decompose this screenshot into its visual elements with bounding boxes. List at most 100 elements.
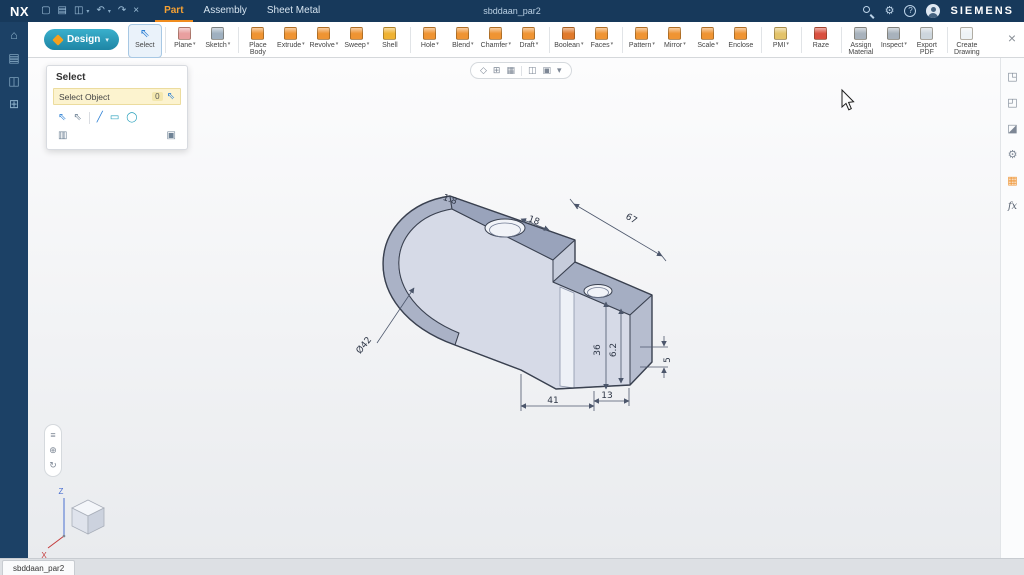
- tool-chamfer-caret-icon[interactable]: ▾: [509, 42, 512, 47]
- tool-hole[interactable]: Hole▾: [414, 25, 446, 57]
- select-object-row[interactable]: Select Object 0 ⇖: [53, 88, 181, 105]
- render-style-icon[interactable]: ◰: [1007, 98, 1017, 109]
- redo-icon[interactable]: ↷: [118, 6, 126, 16]
- more-views-icon[interactable]: ▾: [557, 66, 562, 75]
- model-top-hole[interactable]: [485, 219, 525, 237]
- tool-draft[interactable]: Draft▾: [513, 25, 545, 57]
- dimension-label[interactable]: 36: [593, 344, 603, 356]
- tool-inspect[interactable]: Inspect▾: [878, 25, 910, 57]
- tool-extrude[interactable]: Extrude▾: [275, 25, 307, 57]
- user-avatar[interactable]: [926, 4, 940, 18]
- nx-application-window: NX ▢▤◫▾↶▾↷× PartAssemblySheet Metal sbdd…: [0, 0, 1024, 575]
- undo-icon[interactable]: ↶: [96, 6, 104, 16]
- cursor-add-icon[interactable]: ⇖: [73, 113, 81, 123]
- tool-enclose[interactable]: Enclose: [725, 25, 757, 57]
- tool-faces-caret-icon[interactable]: ▾: [611, 42, 614, 47]
- show-hide-icon[interactable]: ▣: [543, 66, 552, 75]
- home-icon[interactable]: ⌂: [10, 29, 17, 41]
- save-caret-icon[interactable]: ▾: [86, 8, 89, 15]
- tool-revolve[interactable]: Revolve▾: [308, 25, 340, 57]
- expressions-icon[interactable]: fx: [1008, 202, 1017, 212]
- tool-pattern[interactable]: Pattern▾: [626, 25, 658, 57]
- tool-scale-caret-icon[interactable]: ▾: [716, 42, 719, 47]
- model-slot-face[interactable]: [560, 287, 574, 388]
- tool-faces[interactable]: Faces▾: [586, 25, 618, 57]
- fit-view-icon[interactable]: ◇: [480, 66, 487, 75]
- dimension-label[interactable]: Ø42: [354, 335, 374, 356]
- tool-inspect-caret-icon[interactable]: ▾: [904, 42, 907, 47]
- wireframe-style-icon[interactable]: ◫: [528, 66, 537, 75]
- search-icon[interactable]: [862, 5, 875, 18]
- orient-view-icon[interactable]: ⊞: [493, 66, 501, 75]
- tool-export-pdf[interactable]: Export PDF: [911, 25, 943, 57]
- dimension-label[interactable]: 13: [601, 391, 612, 401]
- orientation-triad[interactable]: Z X: [34, 470, 114, 558]
- shaded-style-icon[interactable]: ▦: [506, 66, 515, 75]
- part-navigator-icon[interactable]: ▦: [1007, 176, 1017, 187]
- command-list-icon[interactable]: ≡: [50, 431, 55, 440]
- tool-pmi[interactable]: PMI▾: [765, 25, 797, 57]
- tool-revolve-caret-icon[interactable]: ▾: [336, 42, 339, 47]
- tool-shell[interactable]: Shell: [374, 25, 406, 57]
- open-icon[interactable]: ▤: [58, 6, 67, 16]
- menu-tab-sheet-metal[interactable]: Sheet Metal: [258, 0, 329, 22]
- new-part-icon[interactable]: ▢: [41, 6, 50, 16]
- design-app-button[interactable]: Design ▾: [44, 29, 119, 50]
- selection-filter-icon[interactable]: ▥: [58, 131, 67, 141]
- menu-tab-part[interactable]: Part: [155, 0, 192, 22]
- tool-plane[interactable]: Plane▾: [169, 25, 201, 57]
- tool-hole-caret-icon[interactable]: ▾: [436, 42, 439, 47]
- tool-sketch-caret-icon[interactable]: ▾: [228, 42, 231, 47]
- windows-icon[interactable]: ⊞: [9, 98, 19, 110]
- help-icon[interactable]: ?: [904, 5, 916, 17]
- undo-caret-icon[interactable]: ▾: [108, 8, 111, 15]
- tool-assign-material[interactable]: Assign Material: [845, 25, 877, 57]
- tool-mirror[interactable]: Mirror▾: [659, 25, 691, 57]
- tool-sketch[interactable]: Sketch▾: [202, 25, 234, 57]
- tool-raze[interactable]: Raze: [805, 25, 837, 57]
- screens-icon[interactable]: ▤: [8, 52, 19, 64]
- cursor-icon[interactable]: ⇖: [58, 113, 66, 123]
- dimension-label[interactable]: 67: [624, 212, 639, 226]
- dimension-label[interactable]: 6.2: [609, 343, 619, 357]
- rect-select-icon[interactable]: ▭: [110, 113, 119, 123]
- rotate-view-icon[interactable]: ↻: [49, 461, 57, 470]
- lasso-select-icon[interactable]: ◯: [126, 113, 137, 123]
- design-dropdown-caret-icon[interactable]: ▾: [105, 36, 109, 44]
- delete-icon[interactable]: ×: [133, 6, 139, 16]
- tool-draft-caret-icon[interactable]: ▾: [536, 42, 539, 47]
- tool-scale[interactable]: Scale▾: [692, 25, 724, 57]
- menu-tab-assembly[interactable]: Assembly: [195, 0, 256, 22]
- graphics-window[interactable]: 1.81867Ø424113366.25 Select Select Objec…: [28, 58, 1000, 558]
- tool-chamfer[interactable]: Chamfer▾: [480, 25, 512, 57]
- tool-sweep-caret-icon[interactable]: ▾: [367, 42, 370, 47]
- tool-faces-icon: [595, 27, 608, 40]
- part-tab[interactable]: sbddaan_par2: [2, 560, 75, 575]
- zoom-icon[interactable]: ⊕: [49, 446, 57, 455]
- tool-blend[interactable]: Blend▾: [447, 25, 479, 57]
- tool-place-body[interactable]: Place Body: [242, 25, 274, 57]
- tool-blend-caret-icon[interactable]: ▾: [471, 42, 474, 47]
- line-select-icon[interactable]: ╱: [97, 113, 103, 123]
- synchronous-modeling-icon[interactable]: ⚙: [1008, 150, 1018, 161]
- tool-boolean-caret-icon[interactable]: ▾: [581, 42, 584, 47]
- tool-extrude-caret-icon[interactable]: ▾: [302, 42, 305, 47]
- section-analysis-icon[interactable]: ◪: [1007, 124, 1017, 135]
- copy-icon[interactable]: ▣: [167, 131, 176, 141]
- dimension-label[interactable]: 5: [663, 357, 673, 363]
- panels-icon[interactable]: ◫: [8, 75, 19, 87]
- settings-gear-icon[interactable]: ⚙: [885, 6, 895, 17]
- tool-pmi-caret-icon[interactable]: ▾: [786, 42, 789, 47]
- model-views-icon[interactable]: ◳: [1007, 72, 1017, 83]
- dimension-label[interactable]: 41: [547, 396, 558, 406]
- tool-create-drawing[interactable]: Create Drawing: [951, 25, 983, 57]
- tool-mirror-caret-icon[interactable]: ▾: [683, 42, 686, 47]
- tool-select[interactable]: ⇖Select: [129, 25, 161, 57]
- save-icon[interactable]: ◫: [74, 6, 83, 16]
- tool-sweep[interactable]: Sweep▾: [341, 25, 373, 57]
- model-body[interactable]: [383, 196, 652, 389]
- tool-pattern-caret-icon[interactable]: ▾: [652, 42, 655, 47]
- tool-boolean[interactable]: Boolean▾: [553, 25, 585, 57]
- tool-plane-caret-icon[interactable]: ▾: [193, 42, 196, 47]
- ribbon-close-icon[interactable]: ×: [1008, 31, 1016, 45]
